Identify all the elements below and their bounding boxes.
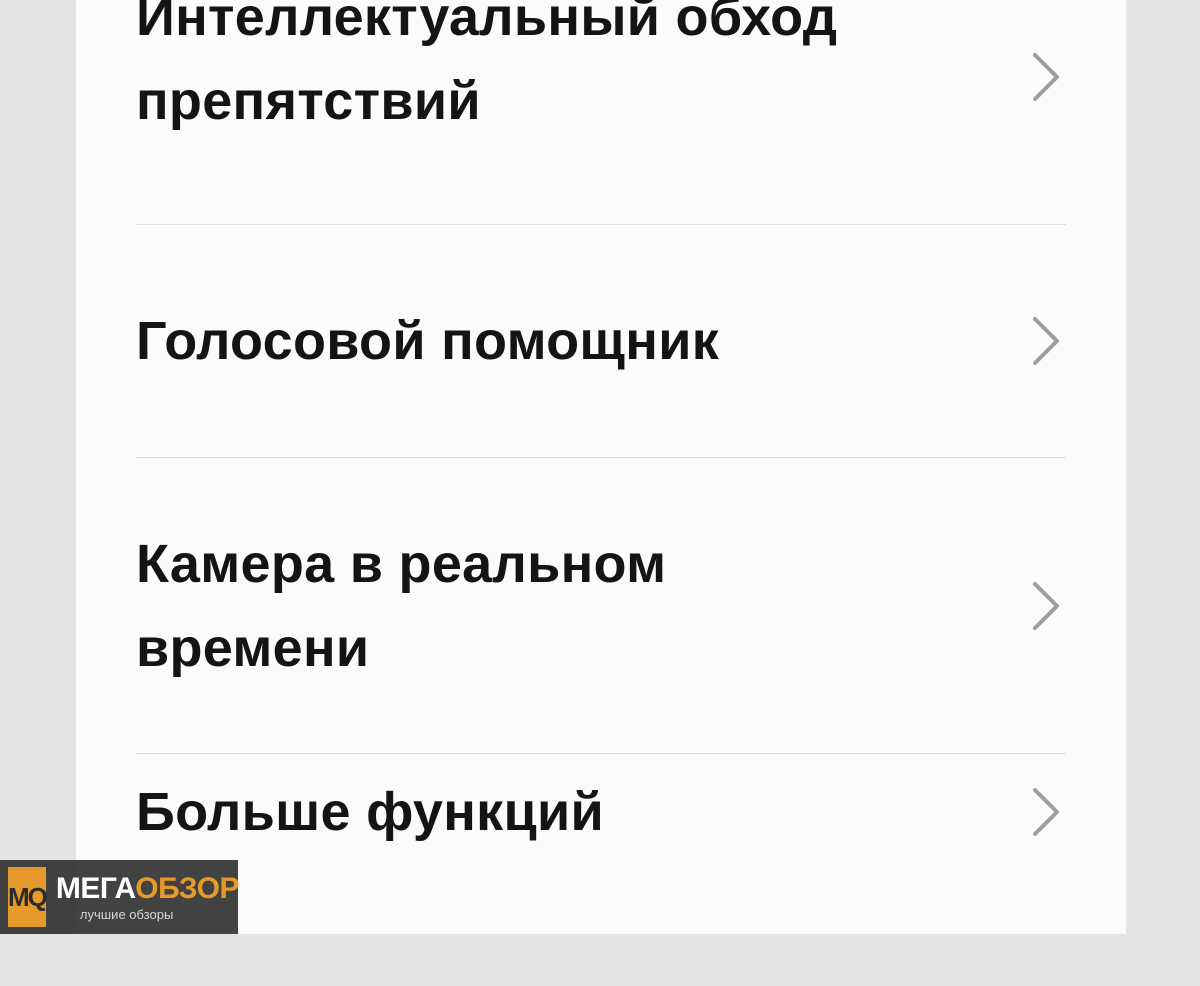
watermark-title-part2: ОБЗОР: [135, 871, 240, 905]
menu-item-more-features[interactable]: Больше функций: [136, 754, 1066, 986]
menu-item-label: Голосовой помощник: [136, 311, 720, 371]
menu-item-live-camera[interactable]: Камера в реальном времени: [136, 458, 1066, 753]
watermark: MQ МЕГАОБЗОР лучшие обзоры: [0, 860, 240, 934]
menu-item-label: Больше функций: [136, 782, 604, 842]
watermark-logo: MQ: [8, 867, 48, 927]
menu-item-label: Камера в реальном времени: [136, 533, 667, 678]
watermark-title: МЕГАОБЗОР: [55, 871, 240, 905]
chevron-right-icon: [1026, 782, 1066, 842]
settings-panel: Интеллектуальный обход препятствий Голос…: [76, 0, 1126, 934]
chevron-right-icon: [1026, 311, 1066, 371]
chevron-right-icon: [1026, 47, 1066, 107]
chevron-right-icon: [1026, 576, 1066, 636]
menu-item-obstacle-avoidance[interactable]: Интеллектуальный обход препятствий: [136, 0, 1066, 160]
watermark-title-part1: МЕГА: [55, 871, 136, 905]
watermark-text: МЕГАОБЗОР лучшие обзоры: [55, 871, 240, 922]
menu-item-label: Интеллектуальный обход препятствий: [136, 0, 838, 131]
watermark-subtitle: лучшие обзоры: [79, 906, 174, 922]
menu-item-voice-assistant[interactable]: Голосовой помощник: [136, 225, 1066, 457]
